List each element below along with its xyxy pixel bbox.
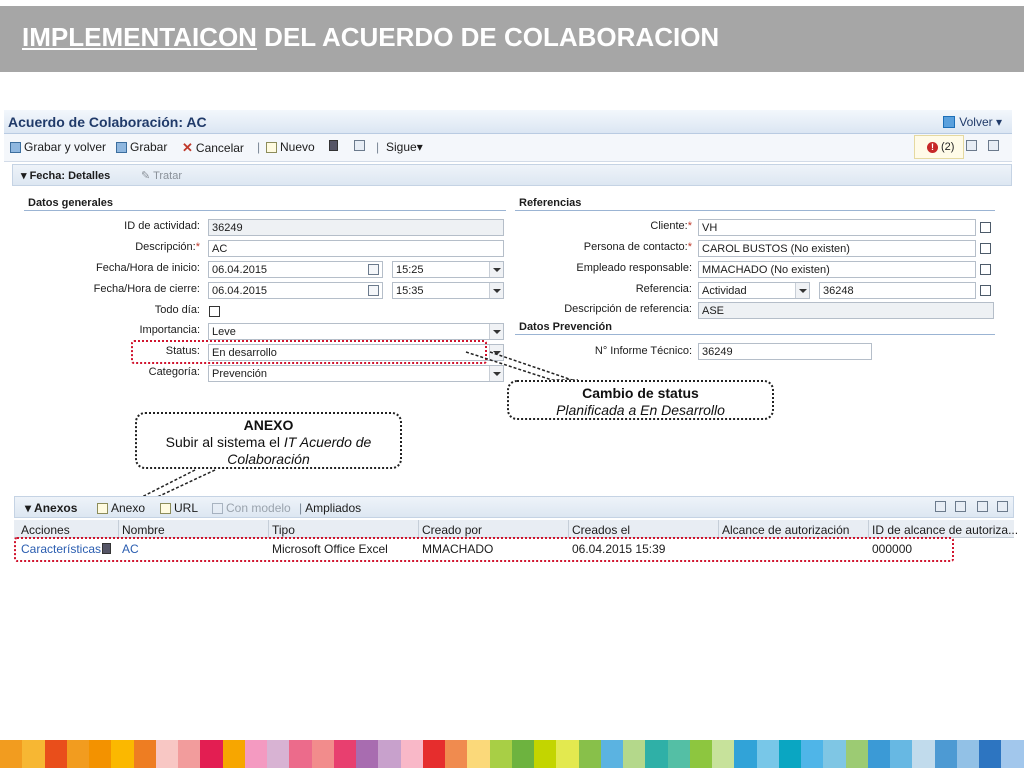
column-header[interactable]: Alcance de autorización	[722, 523, 849, 537]
color-strip-segment	[111, 740, 134, 768]
color-strip-segment	[44, 740, 67, 768]
template-icon	[212, 502, 223, 514]
from-template-button[interactable]: Con modelo	[212, 501, 291, 515]
color-strip-segment	[400, 740, 423, 768]
color-strip-segment	[600, 740, 623, 768]
status-callout-text: Planificada a En Desarrollo	[556, 402, 725, 418]
color-strip-segment	[155, 740, 178, 768]
column-header[interactable]: Creado por	[422, 523, 482, 537]
attachments-toolbar: ▾ Anexos Anexo URL Con modelo | Ampliado…	[14, 496, 1014, 518]
color-strip-segment	[378, 740, 401, 768]
color-strip-segment	[712, 740, 735, 768]
color-strip-segment	[244, 740, 267, 768]
color-strip-segment	[200, 740, 223, 768]
color-strip-segment	[0, 740, 23, 768]
new-document-icon	[97, 502, 108, 514]
color-strip-segment	[534, 740, 557, 768]
color-strip-segment	[890, 740, 913, 768]
status-change-callout: Cambio de status Planificada a En Desarr…	[507, 380, 774, 420]
from-template-label: Con modelo	[226, 501, 291, 515]
anexo-callout: ANEXO Subir al sistema el IT Acuerdo de …	[135, 412, 402, 469]
color-strip-segment	[467, 740, 490, 768]
url-label: URL	[174, 501, 199, 515]
color-strip-segment	[734, 740, 757, 768]
color-strip-segment	[22, 740, 45, 768]
color-strip-segment	[66, 740, 89, 768]
color-strip-segment	[689, 740, 712, 768]
attachments-title[interactable]: ▾ Anexos	[25, 501, 77, 515]
settings-button[interactable]	[977, 501, 988, 512]
eject-icon	[997, 501, 1008, 512]
toolbar-separator: |	[299, 501, 303, 515]
attachments-title-label: Anexos	[34, 501, 78, 515]
column-header[interactable]: Nombre	[122, 523, 165, 537]
extended-label: Ampliados	[305, 501, 362, 515]
color-strip-segment	[289, 740, 312, 768]
column-divider[interactable]	[568, 520, 569, 538]
color-strip-segment	[422, 740, 445, 768]
color-strip-segment	[333, 740, 356, 768]
column-header[interactable]: ID de alcance de autoriza...	[872, 523, 1018, 537]
color-strip-segment	[934, 740, 957, 768]
column-divider[interactable]	[868, 520, 869, 538]
color-strip-segment	[556, 740, 579, 768]
anexo-callout-text: Subir al sistema el IT Acuerdo de Colabo…	[165, 434, 372, 467]
attachments-table-header: Acciones Nombre Tipo Creado por Creados …	[14, 520, 1018, 538]
chart-button[interactable]	[935, 501, 946, 512]
column-divider[interactable]	[118, 520, 119, 538]
status-callout-title: Cambio de status	[582, 385, 699, 401]
color-strip-segment	[133, 740, 156, 768]
eject-button[interactable]	[997, 501, 1008, 512]
color-strip-segment	[489, 740, 512, 768]
color-strip-segment	[979, 740, 1002, 768]
color-strip-segment	[445, 740, 468, 768]
color-strip-segment	[311, 740, 334, 768]
color-strip-segment	[1001, 740, 1024, 768]
color-strip-segment	[511, 740, 534, 768]
decorative-color-strip	[0, 740, 1024, 768]
add-url-button[interactable]: URL	[160, 501, 198, 515]
row-highlight	[14, 537, 954, 562]
wrench-icon	[977, 501, 988, 512]
print-button[interactable]	[955, 501, 966, 512]
column-header[interactable]: Acciones	[21, 523, 70, 537]
status-connector-2	[489, 351, 576, 382]
color-strip-segment	[578, 740, 601, 768]
color-strip-segment	[912, 740, 935, 768]
color-strip-segment	[667, 740, 690, 768]
column-header[interactable]: Creados el	[572, 523, 630, 537]
color-strip-segment	[867, 740, 890, 768]
color-strip-segment	[623, 740, 646, 768]
attachment-label: Anexo	[111, 501, 146, 515]
column-divider[interactable]	[268, 520, 269, 538]
printer-icon	[955, 501, 966, 512]
add-attachment-button[interactable]: Anexo	[97, 501, 145, 515]
column-divider[interactable]	[718, 520, 719, 538]
color-strip-segment	[178, 740, 201, 768]
color-strip-segment	[823, 740, 846, 768]
color-strip-segment	[645, 740, 668, 768]
new-document-icon	[160, 502, 171, 514]
color-strip-segment	[956, 740, 979, 768]
extended-button[interactable]: | Ampliados	[299, 501, 361, 515]
column-divider[interactable]	[418, 520, 419, 538]
chart-icon	[935, 501, 946, 512]
color-strip-segment	[356, 740, 379, 768]
color-strip-segment	[756, 740, 779, 768]
column-header[interactable]: Tipo	[272, 523, 295, 537]
color-strip-segment	[267, 740, 290, 768]
color-strip-segment	[801, 740, 824, 768]
color-strip-segment	[845, 740, 868, 768]
color-strip-segment	[222, 740, 245, 768]
color-strip-segment	[778, 740, 801, 768]
color-strip-segment	[89, 740, 112, 768]
anexo-callout-title: ANEXO	[243, 417, 294, 433]
